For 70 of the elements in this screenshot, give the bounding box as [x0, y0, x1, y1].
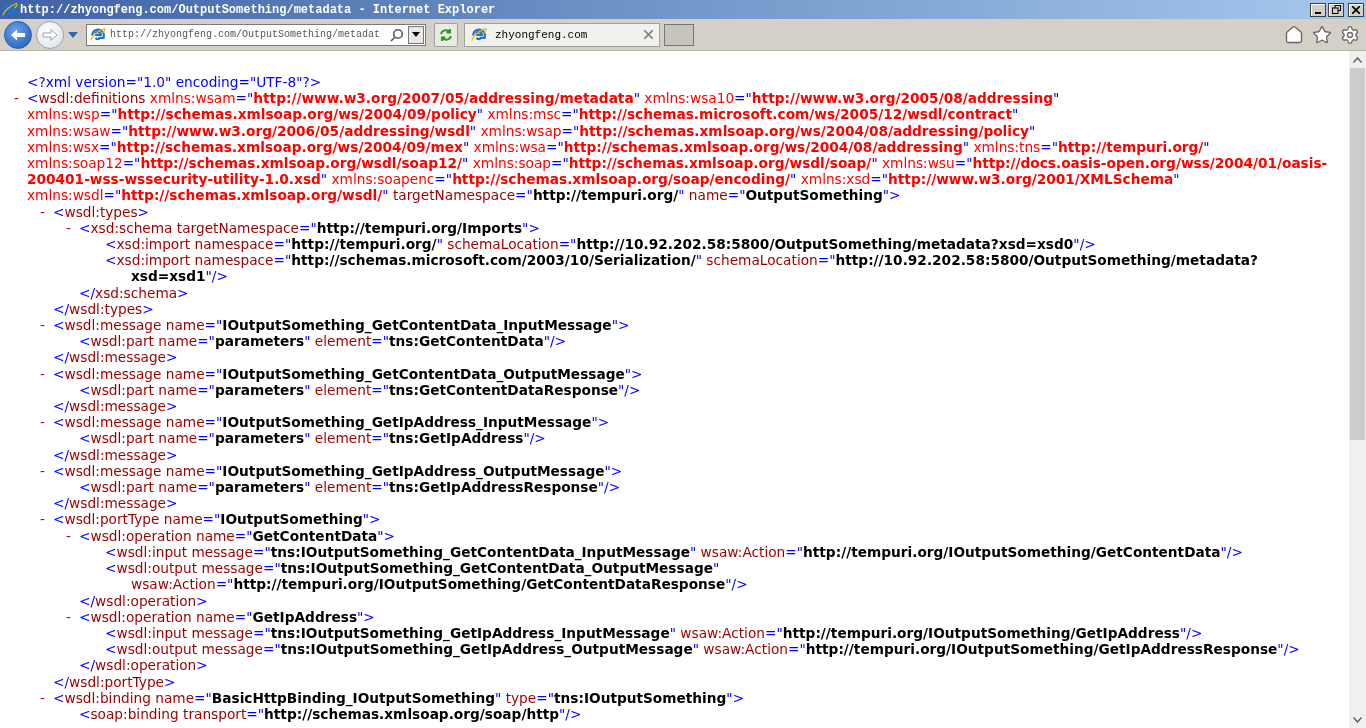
collapse-toggle[interactable]: -: [40, 414, 53, 431]
collapse-toggle[interactable]: -: [40, 462, 53, 480]
window-title: http://zhyongfeng.com/OutputSomething/metadata - Internet Explorer: [20, 2, 497, 17]
ie-logo-icon: [471, 26, 487, 43]
xml-tag-line: </wsdl:types>: [53, 300, 154, 318]
scrollbar-thumb[interactable]: [1350, 68, 1365, 440]
xml-tag-line: <wsdl:types>: [53, 203, 150, 220]
chevron-down-icon: [1353, 716, 1362, 723]
xml-tag-line: </wsdl:message>: [53, 398, 178, 415]
collapse-toggle[interactable]: -: [66, 219, 79, 237]
xml-tag-line: </wsdl:portType>: [53, 673, 176, 690]
collapse-toggle[interactable]: -: [66, 608, 79, 625]
address-field[interactable]: http://zhyongfeng.com/OutputSomething/metadat: [86, 23, 426, 46]
browser-tab[interactable]: zhyongfeng.com: [464, 22, 660, 47]
collapse-toggle[interactable]: -: [40, 203, 53, 220]
xml-tag-line: </xsd:schema>: [79, 284, 189, 301]
xml-tag-line: <wsdl:message name="IOutputSomething_GetContentData_OutputMessage">: [53, 365, 643, 382]
xml-tag-line: <xsd:import namespace="http://schemas.microsoft.com/2003/10/Serialization/" schemaLocation="http://10.92.202.58:5800/OutputSomething/metadata?xsd=xsd1"/>: [105, 252, 1259, 285]
xml-tag-line: <wsdl:input message="tns:IOutputSomething_GetIpAddress_InputMessage" wsaw:Action="http://tempuri.org/IOutputSomething/GetIpAddress"/>: [105, 624, 1203, 642]
home-icon[interactable]: [1284, 24, 1304, 45]
collapse-toggle[interactable]: -: [40, 317, 53, 334]
xml-tag-line: <wsdl:output message="tns:IOutputSomething_GetIpAddress_OutputMessage" wsaw:Action="http://tempuri.org/IOutputSomething/GetIpAddressResponse"/>: [105, 641, 1300, 658]
minimize-icon: [1315, 11, 1321, 14]
refresh-button[interactable]: [434, 22, 458, 47]
xml-tag-line: </wsdl:message>: [53, 495, 178, 512]
star-icon[interactable]: [1312, 24, 1332, 45]
ie-logo-icon: [2, 1, 18, 18]
xml-tag-line: <wsdl:operation name="GetIpAddress">: [79, 608, 375, 625]
collapse-toggle[interactable]: -: [66, 527, 79, 544]
circular-arrows-icon: [438, 26, 454, 43]
xml-tag-line: </wsdl:operation>: [79, 657, 208, 674]
minimize-button[interactable]: [1310, 2, 1326, 17]
close-icon[interactable]: [644, 30, 653, 39]
xml-tag-line: <xsd:schema targetNamespace="http://tempuri.org/Imports">: [79, 219, 540, 237]
close-icon: [1352, 5, 1360, 14]
xml-tag-line: <wsdl:part name="parameters" element="tns:GetContentData"/>: [79, 333, 567, 350]
ie-logo-icon: [90, 26, 106, 43]
xml-tag-line: <wsdl:definitions xmlns:wsam="http://www.w3.org/2007/05/addressing/metadata" xmlns:wsa10="http://www.w3.org/2005/08/addressing" xmlns:wsp="http://schemas.xmlsoap.org/ws/2004/09/policy" xmlns:msc="http://schemas.microsoft.com/ws/2005/12/wsdl/contract" xmlns:wsaw="http://www.w3.org/2006/05/addressing/wsdl" xmlns:wsap="http://schemas.xmlsoap.org/ws/2004/08/addressing/policy" xmlns:wsx="http://schemas.xmlsoap.org/ws/2004/09/mex" xmlns:wsa="http://schemas.xmlsoap.org/ws/2004/08/addressing" xmlns:tns="http://tempuri.org/" xmlns:soap12="http://schemas.xmlsoap.org/wsdl/soap12/" xmlns:soap="http://schemas.xmlsoap.org/wsdl/soap/" xmlns:wsu="http://docs.oasis-open.org/wss/2004/01/oasis-200401-wss-wssecurity-utility-1.0.xsd" xmlns:soapenc="http://schemas.xmlsoap.org/soap/encoding/" xmlns:xsd="http://www.w3.org/2001/XMLSchema" xmlns:wsdl="http://schemas.xmlsoap.org/wsdl/" targetNamespace="http://tempuri.org/" name="OutputSomething">: [27, 90, 1329, 204]
xml-tag-line: <wsdl:portType name="IOutputSomething">: [53, 511, 381, 528]
xml-tag-line: <wsdl:part name="parameters" element="tns:GetIpAddress"/>: [79, 430, 546, 447]
xml-tag-line: </wsdl:message>: [53, 446, 178, 463]
left-arrow-icon: [10, 27, 26, 42]
caret-icon[interactable]: [68, 31, 78, 38]
xml-tag-line: <wsdl:input message="tns:IOutputSomething_GetContentData_InputMessage" wsaw:Action="http://tempuri.org/IOutputSomething/GetContentData"/>: [105, 543, 1243, 561]
restore-icon: [1331, 5, 1341, 14]
close-button[interactable]: [1348, 2, 1364, 17]
xml-tag-line: <wsdl:part name="parameters" element="tns:GetIpAddressResponse"/>: [79, 479, 621, 496]
xml-tag-line: <wsdl:message name="IOutputSomething_GetIpAddress_InputMessage">: [53, 414, 610, 431]
xml-tag-line: <wsdl:message name="IOutputSomething_GetIpAddress_OutputMessage">: [53, 462, 623, 480]
xml-tag-line: <wsdl:message name="IOutputSomething_GetContentData_InputMessage">: [53, 317, 630, 334]
search-icon[interactable]: [390, 27, 404, 42]
address-dropdown-button[interactable]: [408, 25, 424, 44]
right-arrow-icon: [42, 27, 58, 42]
xml-declaration: <?xml version="1.0" encoding="UTF-8"?>: [27, 74, 322, 91]
caret-icon: [412, 32, 420, 37]
chevron-up-icon: [1353, 56, 1362, 63]
xml-tag-line: <wsdl:output message="tns:IOutputSomething_GetContentData_OutputMessage" wsaw:Action="http://tempuri.org/IOutputSomething/GetContentDataResponse"/>: [105, 560, 749, 593]
new-tab-button[interactable]: [664, 23, 694, 46]
settings-icon[interactable]: [1340, 24, 1360, 45]
xml-tag-line: <xsd:import namespace="http://tempuri.org/" schemaLocation="http://10.92.202.58:5800/OutputSomething/metadata?xsd=xsd0"/>: [105, 236, 1096, 253]
xml-tag-line: <wsdl:binding name="BasicHttpBinding_IOutputSomething" type="tns:IOutputSomething">: [53, 689, 745, 706]
collapse-toggle[interactable]: -: [40, 689, 53, 706]
collapse-toggle[interactable]: -: [40, 511, 53, 528]
xml-tag-line: <wsdl:operation name="GetContentData">: [79, 527, 396, 544]
restore-button[interactable]: [1328, 2, 1344, 17]
xml-tag-line: </wsdl:operation>: [79, 592, 208, 609]
collapse-toggle[interactable]: -: [14, 90, 27, 107]
back-button[interactable]: [4, 20, 32, 49]
xml-tag-line: </wsdl:message>: [53, 349, 178, 366]
collapse-toggle[interactable]: -: [40, 365, 53, 382]
